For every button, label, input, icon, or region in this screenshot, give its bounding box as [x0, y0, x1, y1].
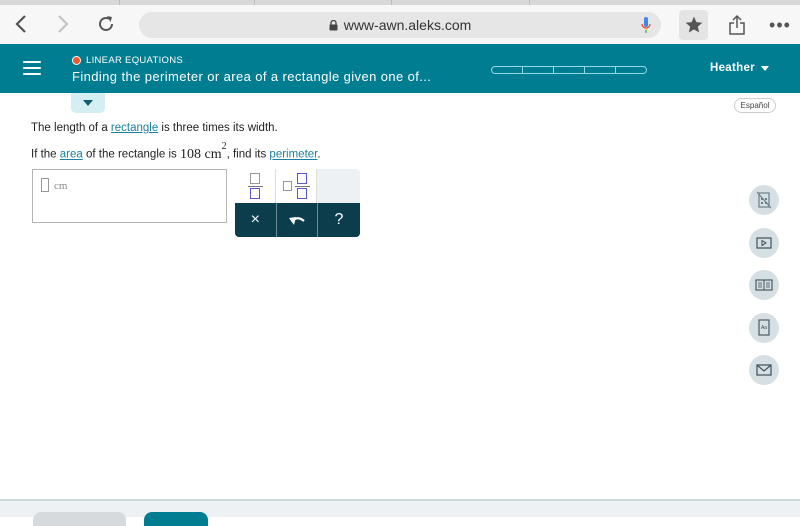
lock-icon [329, 19, 338, 30]
topic-status-icon [72, 56, 81, 65]
forward-button[interactable] [50, 11, 76, 37]
rectangle-link[interactable]: rectangle [111, 122, 158, 134]
help-button[interactable]: ? [318, 203, 360, 237]
calculator-button[interactable] [749, 185, 779, 215]
answer-unit: cm [54, 180, 68, 192]
dictionary-button[interactable]: Aa [749, 312, 779, 343]
share-icon [729, 14, 745, 35]
url-text: www-awn.aleks.com [343, 17, 472, 33]
calculator-disabled-icon [756, 191, 772, 209]
message-button[interactable] [749, 355, 779, 385]
topic-text: LINEAR EQUATIONS [86, 55, 184, 66]
page-title: Finding the perimeter or area of a recta… [72, 69, 432, 84]
progress-segment [584, 66, 616, 74]
reload-icon [99, 16, 113, 31]
ebook-icon [755, 279, 773, 291]
question-text: The length of a rectangle is three times… [31, 118, 321, 166]
address-bar[interactable]: www-awn.aleks.com [139, 12, 661, 38]
ebook-button[interactable] [749, 270, 779, 300]
progress-segment [491, 66, 523, 74]
progress-segment [553, 66, 585, 74]
progress-segment [522, 66, 554, 74]
tools-sidebar: Aa [749, 185, 779, 398]
dictionary-icon: Aa [758, 318, 770, 336]
topic-label: LINEAR EQUATIONS [72, 55, 183, 66]
star-icon [685, 16, 702, 33]
answer-input[interactable]: cm [32, 169, 227, 223]
menu-icon[interactable] [23, 61, 41, 75]
chevron-left-icon [15, 15, 26, 33]
bookmark-button[interactable] [679, 10, 708, 40]
progress-segment [615, 66, 647, 74]
mixed-number-button[interactable] [276, 169, 317, 203]
footer-primary-button[interactable] [144, 512, 208, 526]
language-button[interactable]: Español [734, 98, 776, 113]
undo-button[interactable] [277, 203, 319, 237]
message-icon [756, 364, 772, 376]
caret-down-icon [83, 100, 93, 106]
more-button[interactable]: ••• [766, 11, 794, 39]
video-icon [756, 236, 772, 249]
perimeter-link[interactable]: perimeter [269, 149, 317, 161]
answer-slot[interactable] [41, 178, 49, 192]
keypad-empty-cell [317, 169, 358, 203]
undo-icon [288, 217, 305, 225]
area-value: 108 cm2 [179, 141, 227, 162]
caret-down-icon [760, 65, 769, 71]
math-keypad: × ? [235, 169, 360, 237]
chevron-right-icon [58, 15, 69, 33]
question-line-2: If the area of the rectangle is 108 cm2,… [31, 141, 321, 162]
fraction-icon [247, 173, 263, 199]
share-button[interactable] [726, 11, 748, 39]
footer-secondary-button[interactable] [33, 512, 126, 526]
fraction-button[interactable] [235, 169, 276, 203]
svg-text:Aa: Aa [761, 325, 767, 331]
microphone-icon[interactable] [641, 17, 651, 34]
back-button[interactable] [8, 11, 34, 37]
mixed-number-icon [282, 181, 292, 191]
browser-toolbar: www-awn.aleks.com ••• [0, 5, 800, 44]
progress-bar [491, 66, 647, 74]
aleks-header: LINEAR EQUATIONS Finding the perimeter o… [0, 44, 800, 93]
user-menu[interactable]: Heather [710, 62, 769, 74]
clear-button[interactable]: × [235, 203, 277, 237]
topic-dropdown-toggle[interactable] [71, 93, 105, 113]
footer-bar [0, 499, 800, 526]
video-button[interactable] [749, 227, 779, 258]
reload-button[interactable] [93, 11, 119, 37]
user-name: Heather [710, 62, 755, 74]
area-link[interactable]: area [60, 149, 83, 161]
question-line-1: The length of a rectangle is three times… [31, 122, 278, 134]
